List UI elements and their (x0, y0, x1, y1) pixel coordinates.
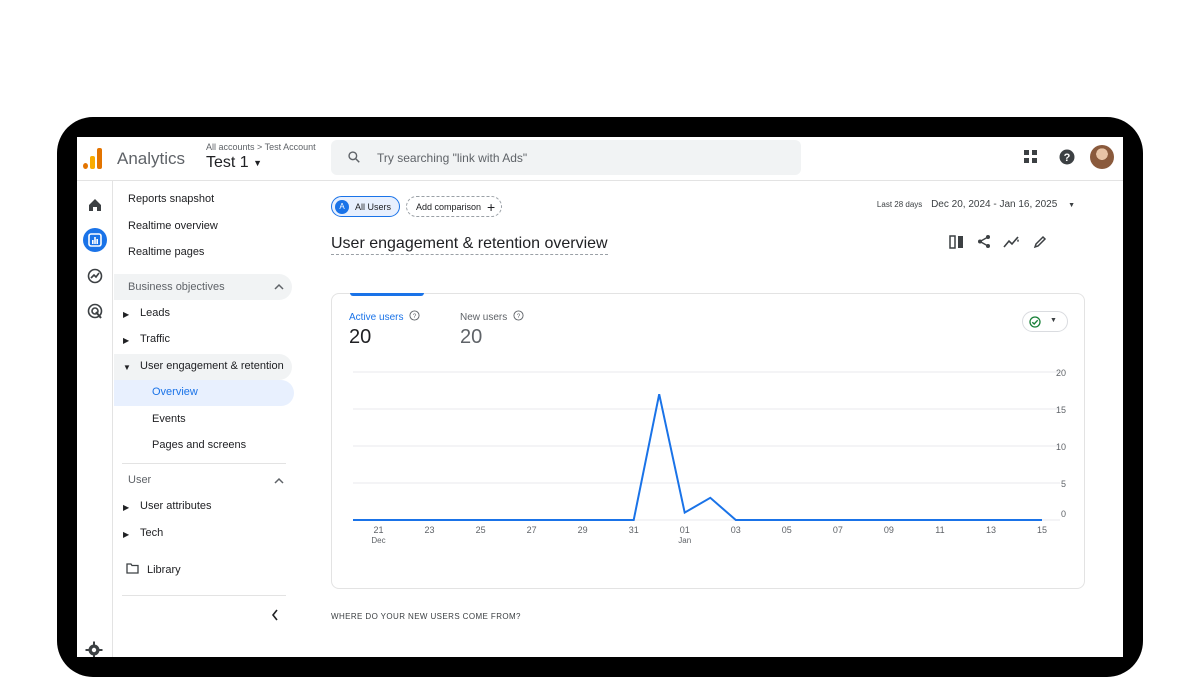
x-tick-label: 25 (476, 525, 486, 535)
nav-leads[interactable]: Leads (140, 307, 170, 319)
app-name: Analytics (117, 149, 186, 168)
series-line (353, 393, 1042, 521)
x-tick-label: 03 (731, 525, 741, 535)
insights-icon[interactable] (1003, 235, 1021, 249)
x-tick-sublabel: Jan (678, 536, 691, 545)
search-bar[interactable]: Try searching "link with Ads" (331, 140, 801, 175)
advertising-icon[interactable] (83, 299, 107, 323)
left-rail (77, 181, 113, 657)
x-tick-label: 23 (425, 525, 435, 535)
page-title[interactable]: User engagement & retention overview (331, 235, 608, 255)
search-placeholder: Try searching "link with Ads" (377, 151, 528, 165)
y-tick-label: 15 (1056, 405, 1066, 415)
active-users-line-chart[interactable]: 20 15 10 5 0 21Dec 23 25 27 29 31 01Jan 03 05 07 09 11 13… (332, 294, 1086, 590)
explore-icon[interactable] (83, 264, 107, 288)
caret-down-icon: ▼ (1068, 202, 1075, 209)
apps-grid-icon[interactable] (1024, 150, 1038, 164)
y-tick-label: 10 (1056, 442, 1066, 452)
metrics-chart-card: Active users ? 20 New users ? 20 ▼ 20 15 1… (331, 293, 1085, 589)
x-tick-label: 13 (986, 525, 996, 535)
reports-icon[interactable] (83, 228, 107, 252)
account-name: Test 1 (206, 154, 249, 171)
divider (122, 463, 286, 464)
date-range-selector[interactable]: Last 28 days Dec 20, 2024 - Jan 16, 2025… (877, 199, 1075, 210)
nav-events[interactable]: Events (152, 413, 186, 425)
x-tick-label: 05 (782, 525, 792, 535)
expand-arrow-icon[interactable]: ▶ (123, 310, 129, 319)
expand-arrow-icon[interactable]: ▶ (123, 530, 129, 539)
report-nav: Reports snapshot Realtime overview Realt… (114, 181, 294, 657)
y-tick-label: 0 (1061, 509, 1066, 519)
add-comparison-button[interactable]: Add comparison + (406, 196, 502, 217)
nav-user-engagement-retention[interactable]: User engagement & retention (140, 360, 284, 372)
chip-letter: A (335, 199, 349, 214)
x-tick-label: 29 (578, 525, 588, 535)
date-range-value: Dec 20, 2024 - Jan 16, 2025 (931, 199, 1058, 210)
add-comparison-label: Add comparison (416, 201, 482, 212)
nav-user-attributes[interactable]: User attributes (140, 500, 212, 512)
section-business-objectives[interactable]: Business objectives (114, 274, 292, 300)
x-tick-label: 01 (680, 525, 690, 535)
collapse-nav-chevron-icon[interactable] (271, 609, 279, 621)
customize-layout-icon[interactable] (949, 235, 964, 249)
all-users-chip[interactable]: A All Users (331, 196, 400, 217)
nav-realtime-overview[interactable]: Realtime overview (128, 220, 218, 232)
folder-icon (126, 563, 139, 574)
share-icon[interactable] (977, 234, 991, 249)
x-tick-label: 27 (527, 525, 537, 535)
chevron-up-icon (274, 283, 284, 290)
x-tick-sublabel: Dec (371, 536, 385, 545)
nav-pages-and-screens[interactable]: Pages and screens (152, 439, 246, 451)
nav-tech[interactable]: Tech (140, 527, 163, 539)
expand-arrow-icon[interactable]: ▶ (123, 503, 129, 512)
analytics-logo[interactable] (83, 147, 105, 169)
settings-gear-icon[interactable] (85, 641, 103, 657)
main-content: A All Users Add comparison + Last 28 day… (295, 181, 1123, 657)
nav-reports-snapshot[interactable]: Reports snapshot (128, 193, 214, 205)
expand-arrow-icon[interactable]: ▶ (123, 336, 129, 345)
x-tick-label: 07 (833, 525, 843, 535)
nav-library[interactable]: Library (147, 564, 181, 576)
avatar[interactable] (1090, 145, 1114, 169)
svg-text:?: ? (1064, 152, 1071, 164)
x-tick-label: 09 (884, 525, 894, 535)
section-heading: WHERE DO YOUR NEW USERS COME FROM? (331, 612, 521, 621)
nav-overview[interactable]: Overview (152, 386, 198, 398)
section-label: Business objectives (128, 281, 225, 293)
x-tick-label: 21 (374, 525, 384, 535)
chip-label: All Users (355, 201, 392, 212)
top-bar: Analytics All accounts > Test Account Te… (77, 137, 1123, 181)
y-tick-label: 20 (1056, 368, 1066, 378)
nav-realtime-pages[interactable]: Realtime pages (128, 246, 204, 258)
account-selector[interactable]: Test 1 ▼ (206, 154, 262, 172)
x-tick-label: 11 (935, 525, 944, 535)
nav-active-highlight (114, 380, 294, 406)
y-tick-label: 5 (1061, 479, 1066, 489)
screen: Analytics All accounts > Test Account Te… (77, 137, 1123, 657)
section-user[interactable]: User (128, 474, 151, 486)
date-range-label: Last 28 days (876, 200, 923, 209)
home-icon[interactable] (83, 193, 107, 217)
help-icon[interactable]: ? (1059, 149, 1075, 165)
nav-traffic[interactable]: Traffic (140, 333, 170, 345)
plus-icon: + (487, 198, 496, 215)
search-icon (348, 151, 360, 163)
divider (122, 595, 286, 596)
edit-pencil-icon[interactable] (1033, 235, 1047, 249)
x-tick-label: 15 (1037, 525, 1047, 535)
caret-down-icon: ▼ (253, 157, 263, 168)
collapse-arrow-icon[interactable]: ▼ (123, 363, 131, 372)
x-tick-label: 31 (629, 525, 639, 535)
breadcrumb[interactable]: All accounts > Test Account (206, 142, 316, 152)
chevron-up-icon[interactable] (274, 477, 284, 484)
